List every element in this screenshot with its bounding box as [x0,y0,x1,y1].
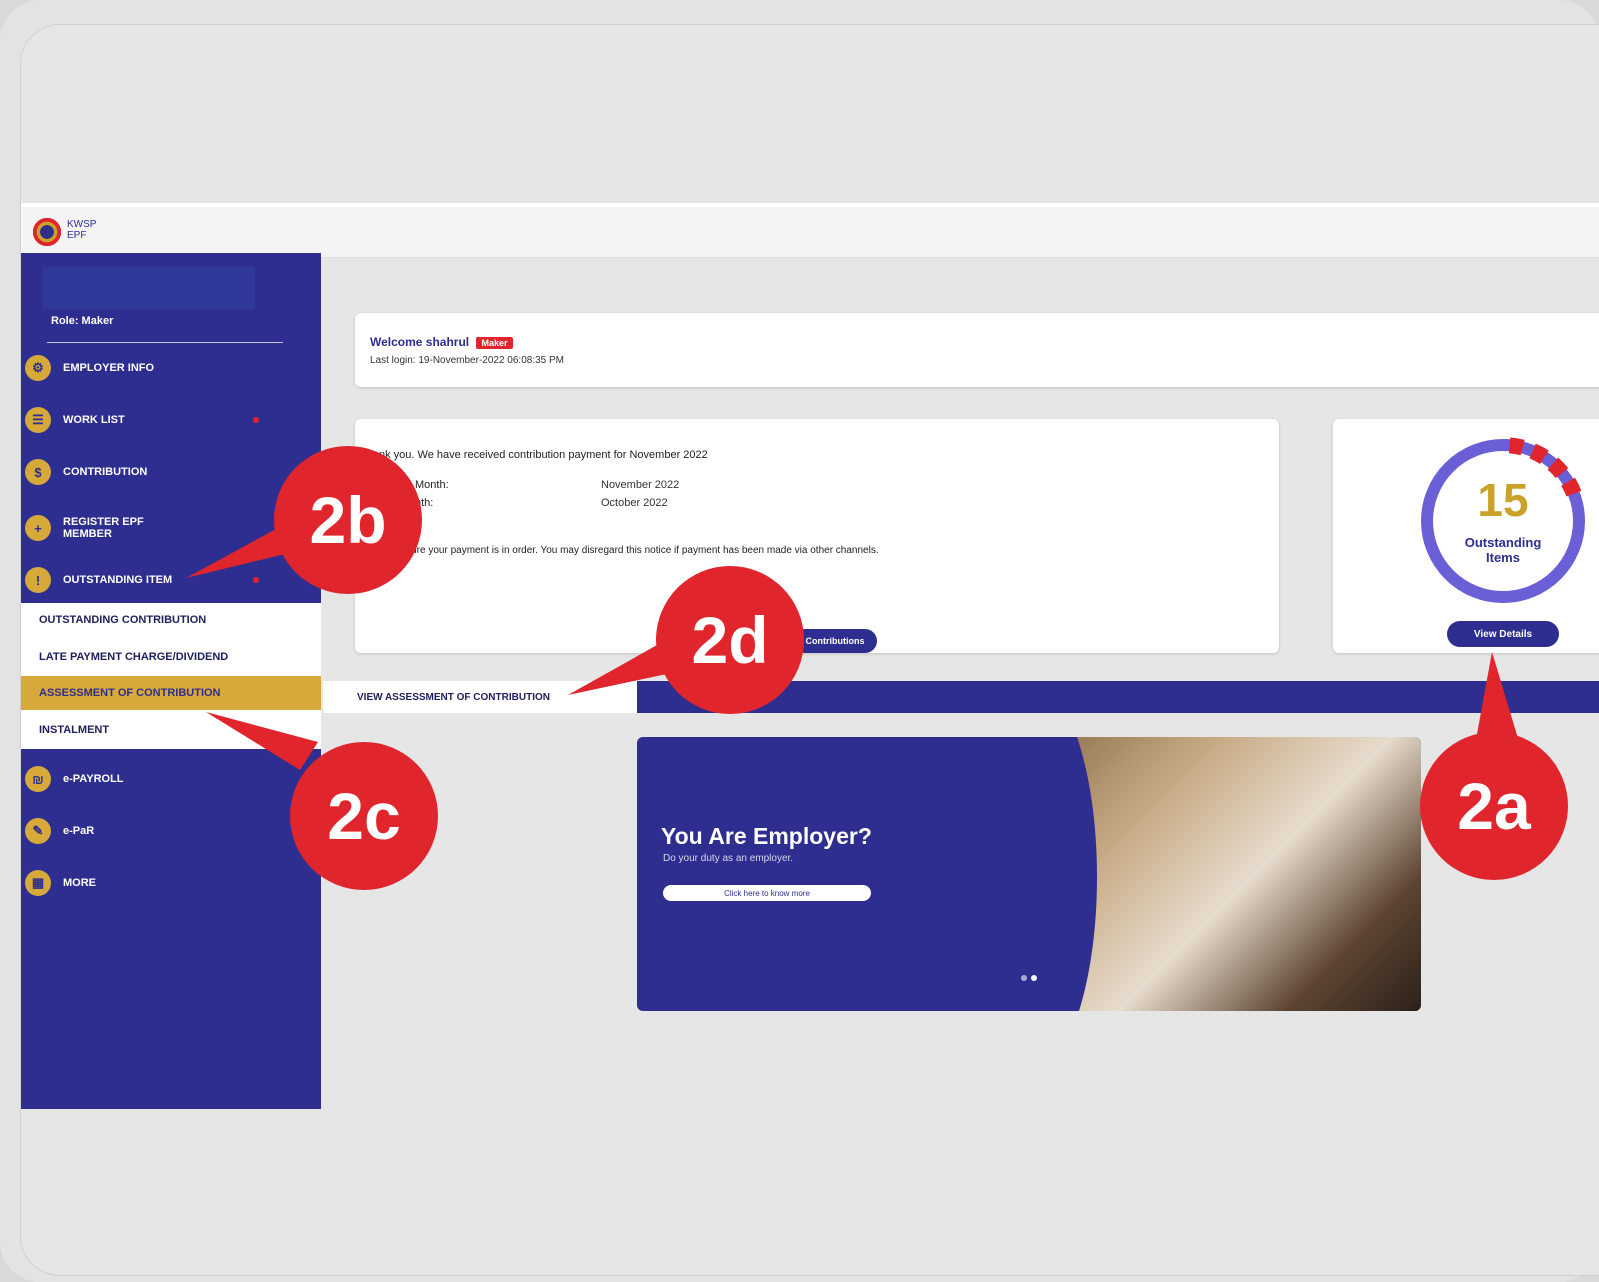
callout-2a: 2a [1420,732,1568,880]
callout-2d: 2d [656,566,804,714]
pointer-2a [1475,652,1520,745]
pointer-2c [206,712,318,770]
callout-2c: 2c [290,742,438,890]
callout-2b: 2b [274,446,422,594]
